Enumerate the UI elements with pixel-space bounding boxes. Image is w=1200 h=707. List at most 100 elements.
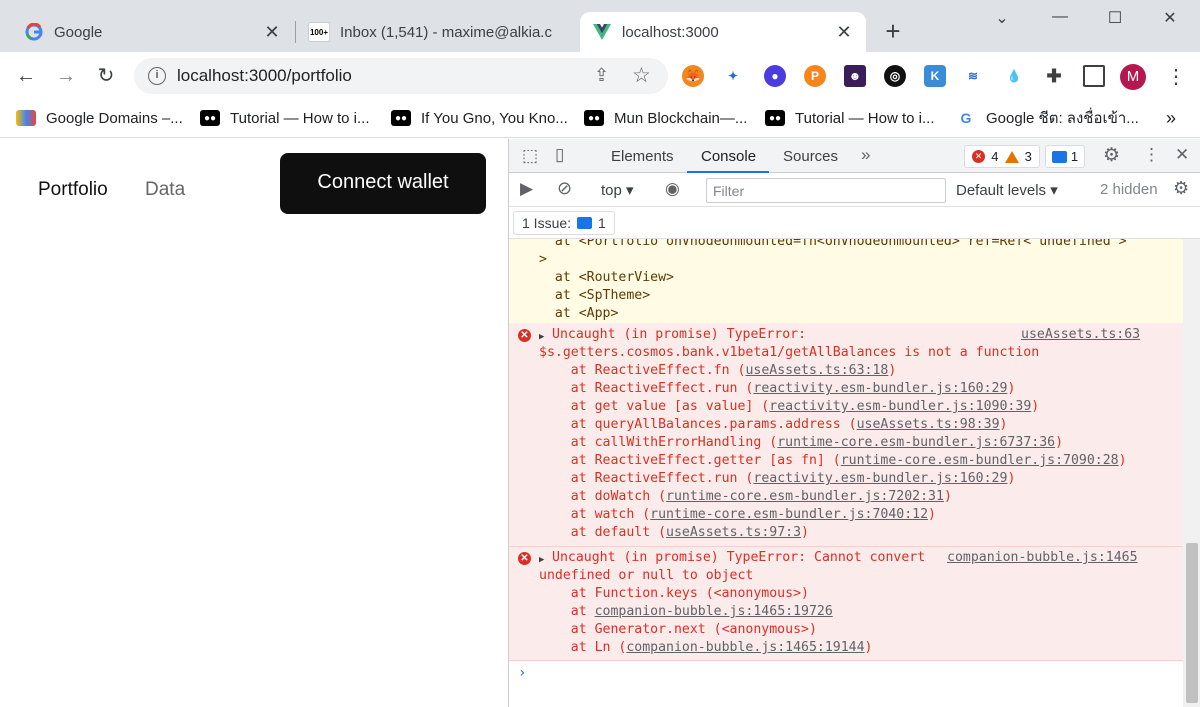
stack-frame-end: ) bbox=[1055, 435, 1064, 450]
extension-icon[interactable]: ☻ bbox=[844, 65, 866, 87]
nav-link-portfolio[interactable]: Portfolio bbox=[38, 179, 108, 201]
forward-button[interactable]: → bbox=[52, 62, 80, 90]
extension-icon[interactable]: P bbox=[804, 65, 826, 87]
error-heading[interactable]: Uncaught (in promise) TypeError: Cannot … bbox=[552, 549, 925, 567]
error-count: 4 bbox=[991, 149, 999, 164]
error-warning-counter[interactable]: ✕ 4 3 bbox=[964, 145, 1040, 168]
console-scrollbar[interactable] bbox=[1183, 239, 1200, 707]
new-tab-button[interactable]: + bbox=[880, 18, 906, 44]
google-domains-icon bbox=[16, 110, 36, 126]
extension-icon[interactable]: ✦ bbox=[722, 65, 744, 87]
puzzle-icon[interactable]: ✚ bbox=[1043, 65, 1065, 87]
reload-button[interactable]: ↻ bbox=[92, 62, 120, 90]
error-heading[interactable]: Uncaught (in promise) TypeError: bbox=[552, 326, 806, 344]
window-close-button[interactable]: ✕ bbox=[1150, 8, 1190, 28]
levels-label: Default levels bbox=[956, 182, 1047, 199]
stack-frame-fn: at doWatch ( bbox=[539, 489, 667, 504]
gear-icon[interactable]: ⚙ bbox=[1173, 178, 1189, 199]
messages-counter[interactable]: 1 bbox=[1045, 145, 1085, 168]
filter-input[interactable]: Filter bbox=[706, 178, 946, 203]
nav-link-data[interactable]: Data bbox=[145, 179, 185, 201]
bookmark-item[interactable]: G Google ชีต: ลงชื่อเข้า... bbox=[956, 107, 1139, 129]
stack-frame-fn: at Function.keys (<anonymous>) bbox=[539, 586, 809, 601]
address-bar[interactable]: i localhost:3000/portfolio ⇪ ☆ bbox=[134, 58, 668, 94]
eye-icon[interactable]: ◉ bbox=[665, 179, 680, 199]
inspect-icon[interactable]: ⬚ bbox=[522, 146, 538, 166]
medium-icon: ●● bbox=[391, 110, 411, 126]
error-icon: ✕ bbox=[518, 329, 531, 342]
device-toolbar-icon[interactable]: ▯ bbox=[555, 145, 564, 165]
devtools-menu-icon[interactable]: ⋮ bbox=[1143, 145, 1160, 165]
stack-frame-fn: at default ( bbox=[539, 525, 667, 540]
scrollbar-thumb[interactable] bbox=[1186, 543, 1198, 703]
sidepanel-icon[interactable] bbox=[1083, 65, 1105, 87]
log-levels-dropdown[interactable]: Default levels ▾ bbox=[956, 181, 1058, 199]
console-output: at <Portfolio onVnodeUnmounted=fn<onVnod… bbox=[509, 239, 1183, 707]
tab-sources[interactable]: Sources bbox=[783, 148, 838, 165]
tab-inbox[interactable]: 100+ Inbox (1,541) - maxime@alkia.c bbox=[296, 12, 580, 52]
menu-icon[interactable]: ⋮ bbox=[1166, 64, 1186, 89]
tab-console[interactable]: Console bbox=[701, 148, 756, 165]
bookmark-item[interactable]: Google Domains –... bbox=[16, 107, 183, 129]
bookmark-item[interactable]: ●● If You Gno, You Kno... bbox=[391, 107, 568, 129]
avatar[interactable]: M bbox=[1120, 64, 1146, 90]
more-tabs-icon[interactable]: » bbox=[861, 145, 870, 165]
context-selector[interactable]: top ▾ bbox=[601, 181, 634, 199]
stack-frame-link[interactable]: companion-bubble.js:1465:19726 bbox=[595, 604, 833, 619]
close-icon[interactable]: ✕ bbox=[262, 22, 282, 43]
error-source-link[interactable]: useAssets.ts:63 bbox=[1021, 326, 1140, 344]
extension-icon[interactable]: 💧 bbox=[1003, 65, 1025, 87]
console-prompt[interactable]: › bbox=[518, 665, 526, 681]
gear-icon[interactable]: ⚙ bbox=[1103, 144, 1120, 167]
extension-icon[interactable]: ● bbox=[764, 65, 786, 87]
back-button[interactable]: ← bbox=[12, 62, 40, 90]
vue-icon bbox=[592, 22, 612, 42]
stack-frame-link[interactable]: companion-bubble.js:1465:19144 bbox=[626, 640, 864, 655]
sidebar-toggle-icon[interactable]: ▶ bbox=[520, 179, 533, 199]
stack-frame-fn: at Ln ( bbox=[539, 640, 627, 655]
close-icon[interactable]: ✕ bbox=[834, 22, 854, 43]
extension-icon[interactable]: ◎ bbox=[884, 65, 906, 87]
bookmark-item[interactable]: ●● Mun Blockchain—... bbox=[584, 107, 747, 129]
connect-wallet-button[interactable]: Connect wallet bbox=[280, 153, 486, 214]
bookmark-label: Tutorial — How to i... bbox=[795, 109, 935, 127]
share-icon[interactable]: ⇪ bbox=[594, 65, 609, 86]
bookmark-star-icon[interactable]: ☆ bbox=[632, 63, 651, 88]
extension-icon[interactable]: ≋ bbox=[962, 65, 984, 87]
bookmark-item[interactable]: ●● Tutorial — How to i... bbox=[765, 107, 934, 129]
info-icon[interactable]: i bbox=[148, 67, 166, 85]
issues-button[interactable]: 1 Issue: 1 bbox=[513, 211, 615, 235]
stack-frame-link[interactable]: runtime-core.esm-bundler.js:6737:36 bbox=[777, 435, 1055, 450]
stack-frame-link[interactable]: runtime-core.esm-bundler.js:7202:31 bbox=[666, 489, 944, 504]
stack-frame-link[interactable]: useAssets.ts:63:18 bbox=[745, 363, 888, 378]
url-text[interactable]: localhost:3000/portfolio bbox=[177, 66, 352, 86]
metamask-icon[interactable]: 🦊 bbox=[682, 65, 704, 87]
stack-frame: at watch (runtime-core.esm-bundler.js:70… bbox=[539, 506, 936, 524]
minimize-button[interactable]: — bbox=[1040, 8, 1080, 26]
stack-frame-link[interactable]: runtime-core.esm-bundler.js:7090:28 bbox=[841, 453, 1119, 468]
stack-frame-link[interactable]: useAssets.ts:97:3 bbox=[666, 525, 801, 540]
warning-count: 3 bbox=[1024, 149, 1032, 164]
maximize-button[interactable]: ☐ bbox=[1095, 8, 1135, 28]
tab-localhost[interactable]: localhost:3000 ✕ bbox=[580, 12, 866, 52]
issue-icon bbox=[577, 217, 593, 229]
stack-frame-link[interactable]: useAssets.ts:98:39 bbox=[857, 417, 1000, 432]
bookmarks-overflow-icon[interactable]: » bbox=[1166, 107, 1176, 129]
error-message: $s.getters.cosmos.bank.v1beta1/getAllBal… bbox=[539, 345, 1040, 360]
medium-icon: ●● bbox=[584, 110, 604, 126]
tab-elements[interactable]: Elements bbox=[611, 148, 674, 165]
stack-frame-link[interactable]: reactivity.esm-bundler.js:160:29 bbox=[753, 381, 1007, 396]
clear-console-icon[interactable]: ⊘ bbox=[557, 178, 572, 199]
tab-search-icon[interactable]: ⌄ bbox=[982, 8, 1022, 28]
stack-frame-link[interactable]: reactivity.esm-bundler.js:160:29 bbox=[753, 471, 1007, 486]
close-icon[interactable]: ✕ bbox=[1175, 145, 1189, 165]
stack-frame-link[interactable]: reactivity.esm-bundler.js:1090:39 bbox=[769, 399, 1031, 414]
stack-frame: at companion-bubble.js:1465:19726 bbox=[539, 603, 833, 621]
keplr-icon[interactable]: K bbox=[924, 65, 946, 87]
tab-google[interactable]: Google ✕ bbox=[12, 12, 294, 52]
error-source-link[interactable]: companion-bubble.js:1465 bbox=[947, 549, 1138, 567]
stack-frame-link[interactable]: runtime-core.esm-bundler.js:7040:12 bbox=[650, 507, 928, 522]
bookmark-item[interactable]: ●● Tutorial — How to i... bbox=[200, 107, 369, 129]
devtools-tabbar: ⬚ ▯ Elements Console Sources » ✕ 4 3 1 ⚙… bbox=[509, 139, 1200, 173]
stack-frame: at ReactiveEffect.run (reactivity.esm-bu… bbox=[539, 380, 1016, 398]
